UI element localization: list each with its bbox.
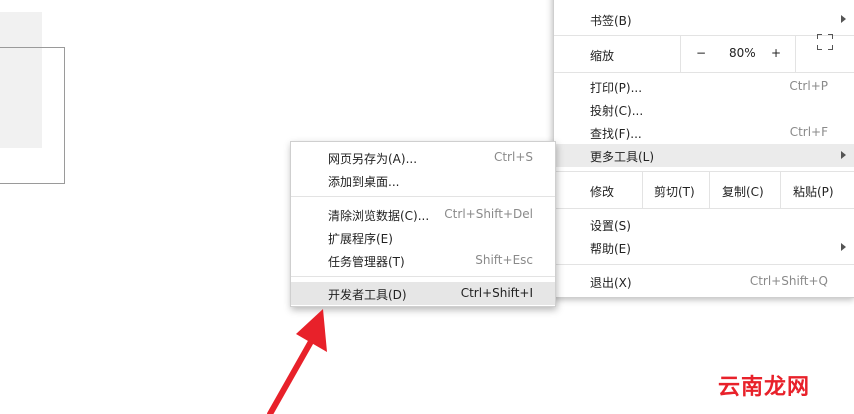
edit-label: 修改 [590, 185, 615, 199]
more-tools-label: 更多工具(L) [590, 150, 655, 164]
divider [795, 36, 796, 72]
paste-button[interactable]: 粘贴(P) [793, 183, 834, 200]
submenu-arrow-icon [841, 243, 846, 251]
submenu-item-save-as[interactable]: 网页另存为(A)... Ctrl+S [291, 146, 555, 169]
menu-item-settings[interactable]: 设置(S) [554, 213, 854, 236]
submenu-arrow-icon [841, 151, 846, 159]
menu-item-help[interactable]: 帮助(E) [554, 236, 854, 259]
devtools-label: 开发者工具(D) [328, 288, 407, 302]
clear-data-shortcut: Ctrl+Shift+Del [444, 207, 533, 221]
bookmarks-label: 书签(B) [590, 14, 632, 28]
find-shortcut: Ctrl+F [789, 125, 828, 139]
menu-item-find[interactable]: 查找(F)... Ctrl+F [554, 121, 854, 144]
add-to-desktop-label: 添加到桌面... [328, 175, 400, 189]
submenu-item-clear-data[interactable]: 清除浏览数据(C)... Ctrl+Shift+Del [291, 203, 555, 226]
devtools-shortcut: Ctrl+Shift+I [460, 286, 533, 300]
menu-separator [291, 276, 555, 277]
fullscreen-icon[interactable] [817, 34, 833, 50]
page-content-frame [0, 47, 65, 184]
submenu-item-extensions[interactable]: 扩展程序(E) [291, 226, 555, 249]
settings-label: 设置(S) [590, 219, 631, 233]
clear-data-label: 清除浏览数据(C)... [328, 209, 430, 223]
save-as-label: 网页另存为(A)... [328, 152, 418, 166]
zoom-value: 80% [729, 46, 756, 60]
zoom-row: 缩放 − 80% + [554, 36, 854, 72]
more-tools-submenu: 网页另存为(A)... Ctrl+S 添加到桌面... 清除浏览数据(C)...… [290, 141, 556, 307]
cast-label: 投射(C)... [590, 104, 644, 118]
menu-item-print[interactable]: 打印(P)... Ctrl+P [554, 75, 854, 98]
extensions-label: 扩展程序(E) [328, 232, 393, 246]
submenu-arrow-icon [841, 15, 846, 23]
menu-item-bookmarks[interactable]: 书签(B) [554, 8, 854, 31]
submenu-item-task-manager[interactable]: 任务管理器(T) Shift+Esc [291, 249, 555, 272]
divider [780, 172, 781, 208]
find-label: 查找(F)... [590, 127, 642, 141]
divider [680, 36, 681, 72]
browser-main-menu: 书签(B) 缩放 − 80% + 打印(P)... Ctrl+P 投射(C)..… [553, 0, 854, 298]
exit-shortcut: Ctrl+Shift+Q [749, 274, 828, 288]
cut-button[interactable]: 剪切(T) [654, 183, 695, 200]
task-manager-label: 任务管理器(T) [328, 255, 405, 269]
menu-separator [291, 196, 555, 197]
submenu-item-add-to-desktop[interactable]: 添加到桌面... [291, 169, 555, 192]
exit-label: 退出(X) [590, 276, 632, 290]
zoom-label: 缩放 [590, 49, 615, 63]
print-shortcut: Ctrl+P [789, 79, 828, 93]
task-manager-shortcut: Shift+Esc [475, 253, 533, 267]
save-as-shortcut: Ctrl+S [493, 150, 533, 164]
submenu-item-devtools[interactable]: 开发者工具(D) Ctrl+Shift+I [291, 282, 555, 305]
zoom-out-button[interactable]: − [696, 46, 706, 60]
menu-item-exit[interactable]: 退出(X) Ctrl+Shift+Q [554, 270, 854, 293]
divider [709, 172, 710, 208]
print-label: 打印(P)... [590, 81, 643, 95]
copy-button[interactable]: 复制(C) [722, 183, 764, 200]
zoom-in-button[interactable]: + [771, 46, 781, 60]
menu-separator [554, 264, 854, 265]
edit-row: 修改 剪切(T) 复制(C) 粘贴(P) [554, 172, 854, 208]
divider [642, 172, 643, 208]
menu-separator [554, 208, 854, 209]
help-label: 帮助(E) [590, 242, 631, 256]
menu-item-cast[interactable]: 投射(C)... [554, 98, 854, 121]
watermark: 云南龙网 [718, 375, 811, 400]
menu-separator [554, 72, 854, 73]
menu-item-more-tools[interactable]: 更多工具(L) [554, 144, 854, 167]
